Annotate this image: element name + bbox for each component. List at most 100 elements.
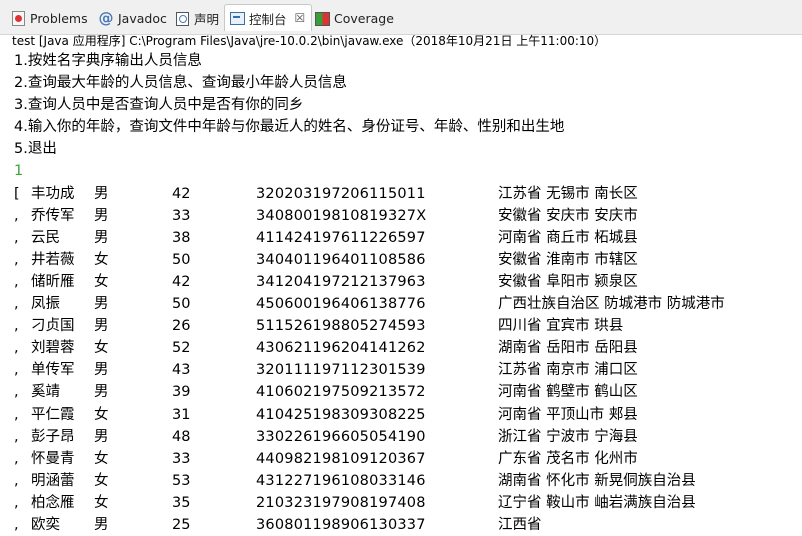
person-age: 43 (172, 362, 191, 379)
menu-line: 3.查询人员中是否查询人员中是否有你的同乡 (14, 97, 304, 114)
tab-console-label: 控制台 (249, 11, 287, 27)
person-address: 江苏省 无锡市 南长区 (498, 185, 638, 202)
person-row: , 云民 男 38 411424197611226597 河南省 商丘市 柘城县 (14, 227, 802, 249)
person-id-number: 340401196401108586 (256, 251, 426, 268)
person-address: 河南省 鹤壁市 鹤山区 (498, 384, 638, 401)
tab-javadoc-label: Javadoc (118, 10, 167, 26)
person-row: , 乔传军 男 33 34080019810819327X 安徽省 安庆市 安庆市 (14, 205, 802, 227)
person-age: 33 (172, 207, 191, 224)
person-name: 丰功成 (31, 185, 75, 202)
person-sex: 女 (94, 251, 109, 268)
person-name: 柏念雁 (31, 494, 75, 511)
person-id-number: 411424197611226597 (256, 229, 426, 246)
menu-line: 4.输入你的年龄，查询文件中年龄与你最近人的姓名、身份证号、年龄、性别和出生地 (14, 119, 565, 136)
person-age: 42 (172, 185, 191, 202)
tab-problems[interactable]: Problems (10, 7, 88, 29)
person-sex: 男 (94, 516, 109, 533)
person-id-number: 210323197908197408 (256, 494, 426, 511)
console-output[interactable]: 1.按姓名字典序输出人员信息 2.查询最大年龄的人员信息、查询最小年龄人员信息 … (14, 50, 802, 536)
person-id-number: 440982198109120367 (256, 450, 426, 467)
person-age: 50 (172, 296, 191, 313)
person-address: 浙江省 宁波市 宁海县 (498, 428, 638, 445)
person-name: 储昕雁 (31, 273, 75, 290)
tab-console[interactable]: 控制台 ☒ (224, 4, 313, 31)
person-sex: 男 (94, 207, 109, 224)
row-prefix: , (14, 362, 19, 379)
person-sex: 男 (94, 296, 109, 313)
person-id-number: 430621196204141262 (256, 340, 426, 357)
person-row: , 平仁霞 女 31 410425198309308225 河南省 平顶山市 郏县 (14, 404, 802, 426)
person-name: 奚靖 (31, 384, 60, 401)
person-row: , 单传军 男 43 320111197112301539 江苏省 南京市 浦口区 (14, 359, 802, 381)
person-row: , 井若薇 女 50 340401196401108586 安徽省 淮南市 市辖区 (14, 249, 802, 271)
person-age: 31 (172, 406, 191, 423)
person-address: 安徽省 安庆市 安庆市 (498, 207, 638, 224)
person-id-number: 431227196108033146 (256, 472, 426, 489)
person-id-number: 34080019810819327X (256, 207, 427, 224)
console-icon (229, 10, 245, 26)
person-address: 辽宁省 鞍山市 岫岩满族自治县 (498, 494, 696, 511)
row-prefix: , (14, 251, 19, 268)
person-sex: 男 (94, 428, 109, 445)
person-name: 刁贞国 (31, 318, 75, 335)
person-name: 单传军 (31, 362, 75, 379)
person-address: 四川省 宜宾市 珙县 (498, 318, 624, 335)
person-id-number: 330226196605054190 (256, 428, 426, 445)
person-id-number: 511526198805274593 (256, 318, 426, 335)
person-name: 刘碧蓉 (31, 340, 75, 357)
person-row: , 欧奕 男 25 360801198906130337 江西省 (14, 514, 802, 536)
person-name: 平仁霞 (31, 406, 75, 423)
tab-declaration[interactable]: 声明 (174, 7, 219, 29)
row-prefix: , (14, 494, 19, 511)
row-prefix: , (14, 384, 19, 401)
row-prefix: , (14, 516, 19, 533)
person-name: 明涵蕾 (31, 472, 75, 489)
person-row: , 怀曼青 女 33 440982198109120367 广东省 茂名市 化州市 (14, 448, 802, 470)
person-sex: 女 (94, 406, 109, 423)
row-prefix: , (14, 296, 19, 313)
person-id-number: 341204197212137963 (256, 273, 426, 290)
person-name: 乔传军 (31, 207, 75, 224)
person-age: 52 (172, 340, 191, 357)
people-list: [丰功成男 42 320203197206115011 江苏省 无锡市 南长区, 乔传军… (14, 183, 802, 536)
row-prefix: , (14, 273, 19, 290)
tab-coverage-label: Coverage (334, 10, 394, 26)
person-sex: 男 (94, 185, 109, 202)
row-prefix: , (14, 340, 19, 357)
person-age: 39 (172, 384, 191, 401)
close-tab-icon[interactable]: ☒ (295, 11, 306, 25)
person-age: 48 (172, 428, 191, 445)
person-id-number: 410425198309308225 (256, 406, 426, 423)
person-sex: 男 (94, 318, 109, 335)
person-age: 53 (172, 472, 191, 489)
person-row: [丰功成 男 42 320203197206115011 江苏省 无锡市 南长区 (14, 183, 802, 205)
person-name: 彭子昂 (31, 428, 75, 445)
person-age: 25 (172, 516, 191, 533)
menu-line: 2.查询最大年龄的人员信息、查询最小年龄人员信息 (14, 75, 347, 92)
person-id-number: 360801198906130337 (256, 516, 426, 533)
person-sex: 女 (94, 494, 109, 511)
view-tab-bar: Problems @ Javadoc 声明 控制台 ☒ Coverage (0, 0, 802, 35)
person-row: , 柏念雁 女 35 210323197908197408 辽宁省 鞍山市 岫岩满族自治县 (14, 492, 802, 514)
person-id-number: 450600196406138776 (256, 296, 426, 313)
person-address: 江苏省 南京市 浦口区 (498, 362, 638, 379)
person-row: , 明涵蕾 女 53 431227196108033146 湖南省 怀化市 新晃侗族自治县 (14, 470, 802, 492)
person-sex: 男 (94, 229, 109, 246)
tab-javadoc[interactable]: @ Javadoc (98, 7, 167, 29)
tab-coverage[interactable]: Coverage (314, 7, 394, 29)
person-age: 26 (172, 318, 191, 335)
person-sex: 女 (94, 273, 109, 290)
person-row: , 凤振 男 50 450600196406138776 广西壮族自治区 防城港市 防城港… (14, 293, 802, 315)
person-sex: 男 (94, 362, 109, 379)
person-row: , 彭子昂 男 48 330226196605054190 浙江省 宁波市 宁海县 (14, 426, 802, 448)
tab-declaration-label: 声明 (194, 11, 220, 27)
problems-icon (10, 10, 26, 26)
person-row: , 储昕雁 女 42 341204197212137963 安徽省 阜阳市 颍泉区 (14, 271, 802, 293)
person-sex: 男 (94, 384, 109, 401)
person-address: 湖南省 怀化市 新晃侗族自治县 (498, 472, 696, 489)
console-description: test [Java 应用程序] C:\Program Files\Java\j… (12, 34, 607, 48)
person-name: 凤振 (31, 296, 60, 313)
person-id-number: 320203197206115011 (256, 185, 426, 202)
person-age: 50 (172, 251, 191, 268)
person-age: 33 (172, 450, 191, 467)
